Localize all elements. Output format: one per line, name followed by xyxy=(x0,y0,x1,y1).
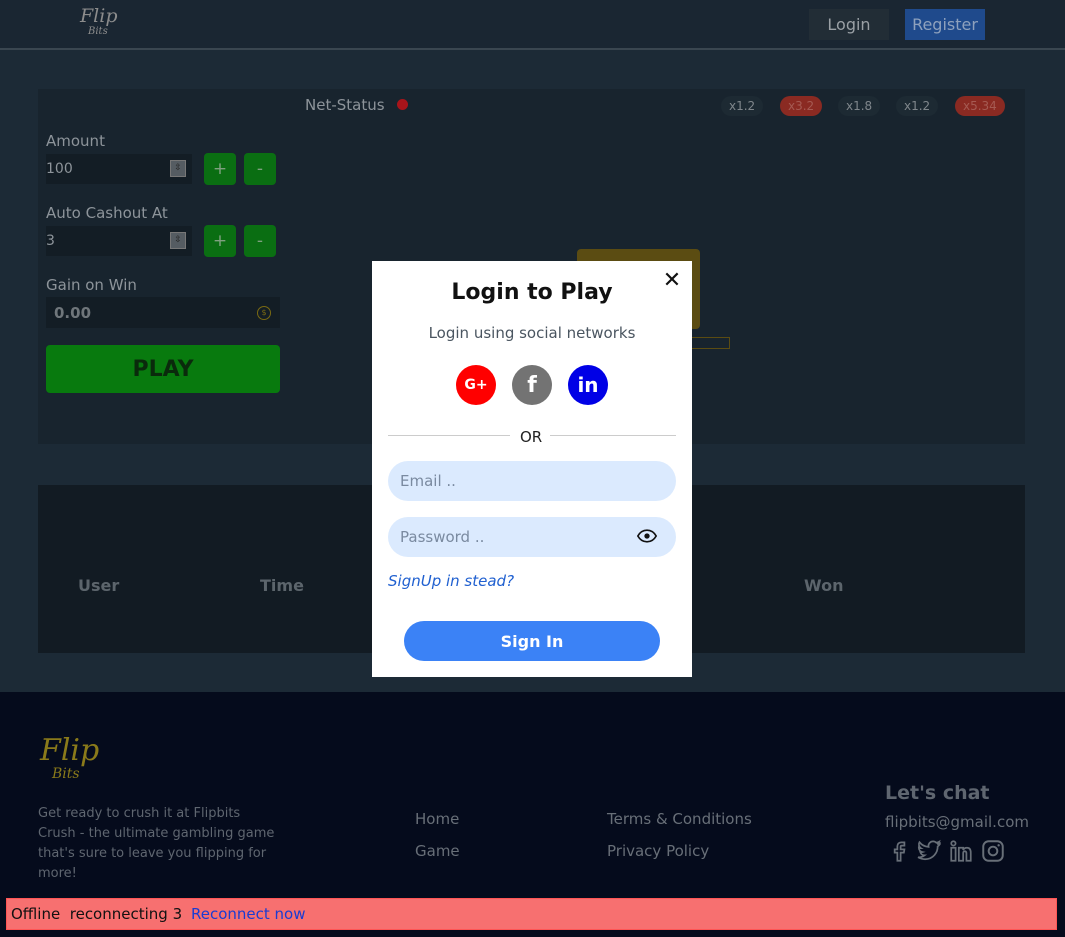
multiplier-badge: x1.2 xyxy=(896,96,939,116)
footer-logo-line2: Bits xyxy=(52,766,80,782)
column-header-user: User xyxy=(78,576,120,595)
cashout-plus-button[interactable]: + xyxy=(204,225,236,257)
amount-label: Amount xyxy=(46,132,105,150)
email-field[interactable] xyxy=(388,461,676,501)
cashout-minus-button[interactable]: - xyxy=(244,225,276,257)
gain-label: Gain on Win xyxy=(46,276,137,294)
header-logo[interactable]: Flip Bits xyxy=(80,5,120,43)
amount-minus-button[interactable]: - xyxy=(244,153,276,185)
facebook-icon[interactable] xyxy=(886,838,912,864)
footer-link-privacy[interactable]: Privacy Policy xyxy=(607,842,709,860)
divider-right xyxy=(550,435,676,436)
divider-left xyxy=(388,435,510,436)
header-login-button[interactable]: Login xyxy=(809,9,889,40)
header-logo-line2: Bits xyxy=(88,26,108,37)
offline-status-text: Offline reconnecting 3 xyxy=(11,905,183,923)
header-logo-line1: Flip xyxy=(80,5,118,27)
instagram-icon[interactable] xyxy=(980,838,1006,864)
sign-in-button[interactable]: Sign In xyxy=(404,621,660,661)
footer-chat-title: Let's chat xyxy=(885,782,990,804)
reconnect-now-link[interactable]: Reconnect now xyxy=(191,905,306,923)
footer-link-game[interactable]: Game xyxy=(415,842,460,860)
footer-email[interactable]: flipbits@gmail.com xyxy=(885,813,1029,831)
cashout-spinner-icon[interactable]: ⇳ xyxy=(170,232,186,249)
play-button[interactable]: PLAY xyxy=(46,345,280,393)
twitter-icon[interactable] xyxy=(916,838,942,864)
login-modal: Login to Play ✕ Login using social netwo… xyxy=(372,261,692,677)
multiplier-badge: x1.8 xyxy=(838,96,881,116)
gain-on-win-field xyxy=(46,297,280,328)
footer-link-home[interactable]: Home xyxy=(415,810,459,828)
modal-title: Login to Play xyxy=(451,280,613,305)
footer-logo-line1: Flip xyxy=(40,733,100,768)
amount-plus-button[interactable]: + xyxy=(204,153,236,185)
column-header-won: Won xyxy=(804,576,844,595)
column-header-time: Time xyxy=(260,576,304,595)
close-icon[interactable]: ✕ xyxy=(662,270,682,292)
or-divider-text: OR xyxy=(520,428,543,446)
header-register-button[interactable]: Register xyxy=(905,9,985,40)
footer-tagline: Get ready to crush it at Flipbits Crush … xyxy=(38,806,275,881)
footer-link-terms[interactable]: Terms & Conditions xyxy=(607,810,752,828)
signup-link[interactable]: SignUp in stead? xyxy=(388,572,514,590)
flip-progress-bar xyxy=(690,337,730,349)
top-header: Flip Bits Login Register xyxy=(0,0,1065,50)
modal-subtitle: Login using social networks xyxy=(428,324,636,342)
offline-status-bar: Offline reconnecting 3 Reconnect now xyxy=(6,898,1057,930)
linkedin-login-button[interactable]: in xyxy=(568,365,608,405)
multiplier-badge: x5.34 xyxy=(955,96,1005,116)
footer-logo: Flip Bits xyxy=(40,735,100,785)
facebook-login-button[interactable]: f xyxy=(512,365,552,405)
coin-icon: $ xyxy=(257,306,271,320)
multiplier-badge: x1.2 xyxy=(721,96,764,116)
eye-icon[interactable] xyxy=(637,528,657,544)
auto-cashout-label: Auto Cashout At xyxy=(46,204,168,222)
net-status-indicator xyxy=(397,99,408,110)
net-status-label: Net-Status xyxy=(305,96,385,114)
amount-spinner-icon[interactable]: ⇳ xyxy=(170,160,186,177)
google-login-button[interactable]: G+ xyxy=(456,365,496,405)
password-field[interactable] xyxy=(388,517,676,557)
linkedin-icon[interactable] xyxy=(948,838,974,864)
multiplier-badge: x3.2 xyxy=(780,96,823,116)
